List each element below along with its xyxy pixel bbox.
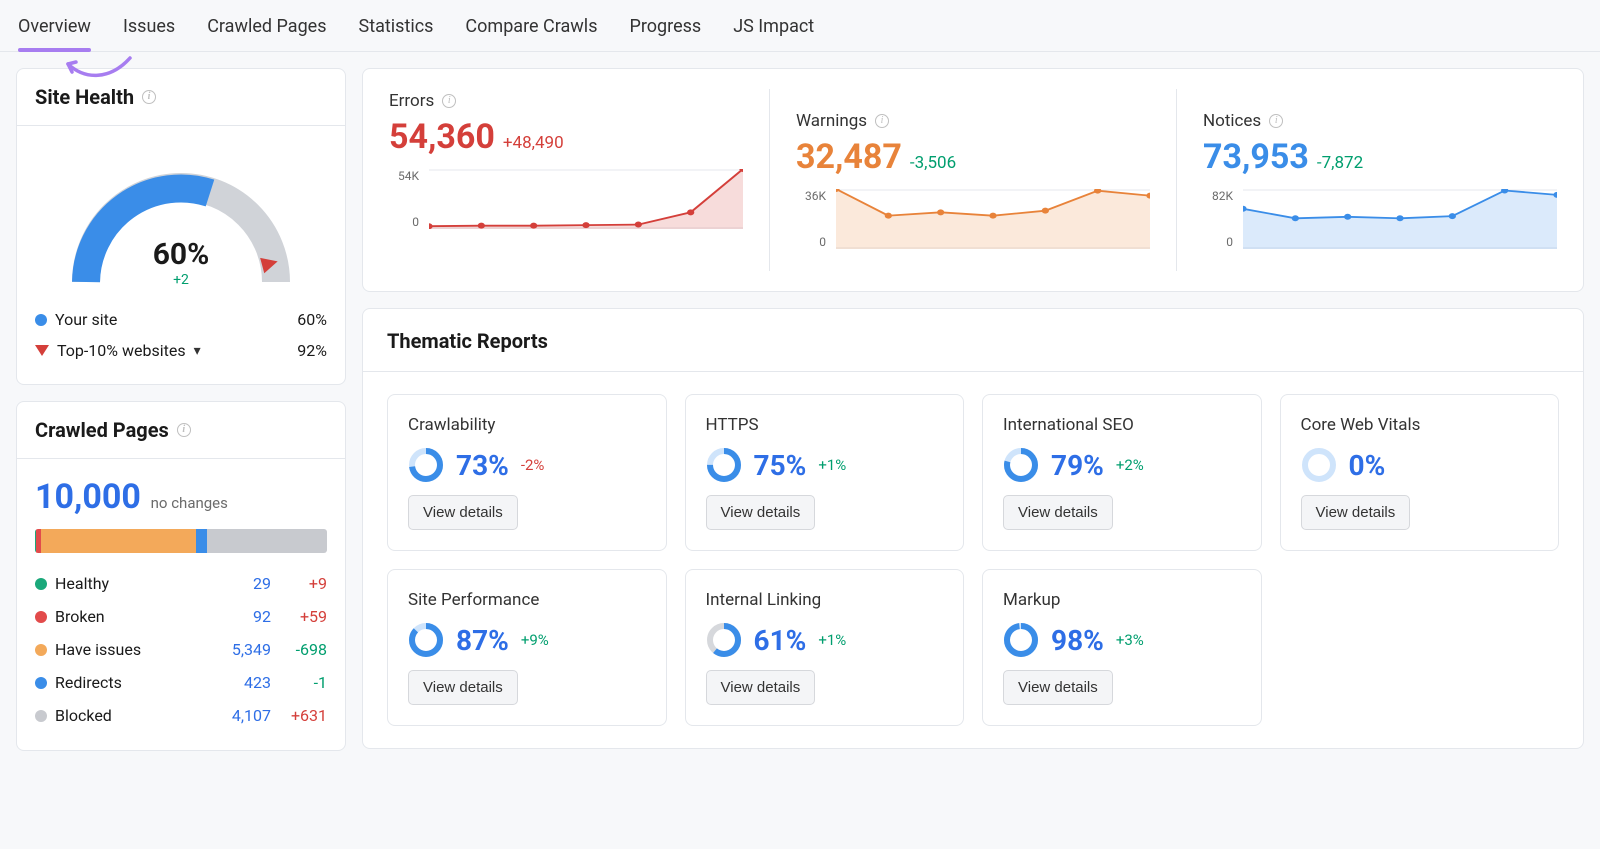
info-icon[interactable]: i — [1269, 114, 1283, 128]
report-title: Site Performance — [408, 590, 646, 610]
view-details-button[interactable]: View details — [706, 495, 816, 530]
report-title: Crawlability — [408, 415, 646, 435]
metric-warnings[interactable]: Warningsi32,487-3,50636K0 — [769, 89, 1176, 271]
info-icon[interactable]: i — [142, 90, 156, 104]
view-details-button[interactable]: View details — [1301, 495, 1411, 530]
report-delta: +1% — [818, 631, 846, 649]
triangle-down-icon — [35, 345, 49, 356]
nav-tabs: Overview Issues Crawled Pages Statistics Com… — [0, 0, 1600, 52]
view-details-button[interactable]: View details — [408, 670, 518, 705]
dot-icon — [35, 314, 47, 326]
crawled-row-redirects[interactable]: Redirects423-1 — [35, 666, 327, 699]
svg-text:+2: +2 — [173, 272, 189, 288]
crawled-pages-title: Crawled Pages — [35, 418, 169, 442]
donut-icon — [1003, 447, 1039, 483]
crawled-row-issues[interactable]: Have issues5,349-698 — [35, 633, 327, 666]
donut-icon — [1301, 447, 1337, 483]
report-delta: +2% — [1116, 456, 1144, 474]
report-delta: +1% — [818, 456, 846, 474]
report-cwv: Core Web Vitals 0% View details — [1280, 394, 1560, 551]
view-details-button[interactable]: View details — [706, 670, 816, 705]
report-pct: 0% — [1349, 449, 1386, 482]
report-pct: 61% — [754, 624, 807, 657]
tab-js-impact[interactable]: JS Impact — [733, 16, 814, 51]
report-title: HTTPS — [706, 415, 944, 435]
report-https: HTTPS 75% +1% View details — [685, 394, 965, 551]
view-details-button[interactable]: View details — [408, 495, 518, 530]
donut-icon — [706, 622, 742, 658]
report-linking: Internal Linking 61% +1% View details — [685, 569, 965, 726]
report-pct: 73% — [456, 449, 509, 482]
info-icon[interactable]: i — [177, 423, 191, 437]
view-details-button[interactable]: View details — [1003, 495, 1113, 530]
donut-icon — [408, 622, 444, 658]
donut-icon — [1003, 622, 1039, 658]
donut-icon — [706, 447, 742, 483]
metric-errors[interactable]: Errorsi54,360+48,49054K0 — [363, 69, 769, 291]
report-crawlability: Crawlability 73% -2% View details — [387, 394, 667, 551]
site-health-card: Site Health i 60% +2 — [16, 68, 346, 385]
metric-notices[interactable]: Noticesi73,953-7,87282K0 — [1176, 89, 1583, 271]
tab-statistics[interactable]: Statistics — [359, 16, 434, 51]
tab-compare-crawls[interactable]: Compare Crawls — [465, 16, 597, 51]
crawled-row-blocked[interactable]: Blocked4,107+631 — [35, 699, 327, 732]
tab-issues[interactable]: Issues — [123, 16, 175, 51]
dot-icon — [35, 644, 47, 656]
dot-icon — [35, 710, 47, 722]
report-delta: -2% — [521, 456, 545, 474]
thematic-reports-card: Thematic Reports Crawlability 73% -2% View … — [362, 308, 1584, 749]
report-markup: Markup 98% +3% View details — [982, 569, 1262, 726]
crawled-stackbar — [35, 529, 327, 553]
crawled-total[interactable]: 10,000 — [35, 477, 141, 517]
view-details-button[interactable]: View details — [1003, 670, 1113, 705]
crawled-row-healthy[interactable]: Healthy29+9 — [35, 567, 327, 600]
stackbar-seg-redirects — [196, 529, 208, 553]
report-pct: 75% — [754, 449, 807, 482]
report-title: Internal Linking — [706, 590, 944, 610]
chevron-down-icon: ▾ — [194, 343, 201, 359]
thematic-title: Thematic Reports — [363, 309, 1583, 372]
crawled-change: no changes — [151, 494, 228, 512]
site-health-gauge: 60% +2 — [56, 152, 306, 292]
report-title: International SEO — [1003, 415, 1241, 435]
info-icon[interactable]: i — [442, 94, 456, 108]
report-intl-seo: International SEO 79% +2% View details — [982, 394, 1262, 551]
stackbar-seg-issues — [41, 529, 196, 553]
report-pct: 87% — [456, 624, 509, 657]
legend-your-site: Your site 60% — [35, 304, 327, 335]
dot-icon — [35, 578, 47, 590]
site-health-title: Site Health — [35, 85, 134, 109]
report-delta: +9% — [521, 631, 549, 649]
dot-icon — [35, 677, 47, 689]
report-perf: Site Performance 87% +9% View details — [387, 569, 667, 726]
stackbar-seg-blocked — [207, 529, 327, 553]
crawled-pages-card: Crawled Pages i 10,000 no changes Health… — [16, 401, 346, 751]
tab-crawled-pages[interactable]: Crawled Pages — [207, 16, 326, 51]
tab-overview[interactable]: Overview — [18, 16, 91, 51]
crawled-row-broken[interactable]: Broken92+59 — [35, 600, 327, 633]
dot-icon — [35, 611, 47, 623]
svg-text:60%: 60% — [153, 237, 210, 272]
report-pct: 79% — [1051, 449, 1104, 482]
report-pct: 98% — [1051, 624, 1104, 657]
donut-icon — [408, 447, 444, 483]
top-metrics-card: Errorsi54,360+48,49054K0Warningsi32,487-… — [362, 68, 1584, 292]
tab-progress[interactable]: Progress — [629, 16, 701, 51]
legend-top10[interactable]: Top-10% websites ▾ 92% — [35, 335, 327, 366]
report-title: Core Web Vitals — [1301, 415, 1539, 435]
report-title: Markup — [1003, 590, 1241, 610]
info-icon[interactable]: i — [875, 114, 889, 128]
report-delta: +3% — [1116, 631, 1144, 649]
